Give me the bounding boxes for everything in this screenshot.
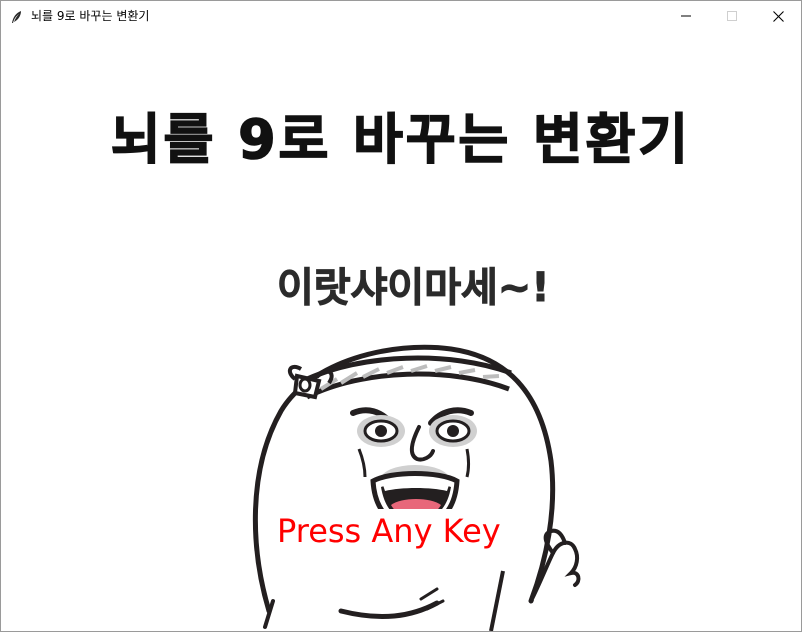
window-title: 뇌를 9로 바꾸는 변환기 (31, 9, 150, 23)
greeting-text: 이랏샤이마세~! (277, 265, 551, 312)
maximize-button[interactable] (709, 1, 755, 31)
app-window: 뇌를 9로 바꾸는 변환기 뇌를 9로 바꾸는 변환기 이랏샤이마세~! Pre… (0, 0, 802, 632)
main-canvas[interactable]: 뇌를 9로 바꾸는 변환기 이랏샤이마세~! Press Any Key (1, 31, 801, 631)
feather-icon (10, 9, 24, 23)
minimize-icon (681, 15, 691, 17)
minimize-button[interactable] (663, 1, 709, 31)
press-any-key-prompt[interactable]: Press Any Key (271, 509, 507, 553)
title-bar[interactable]: 뇌를 9로 바꾸는 변환기 (1, 1, 801, 31)
close-icon (772, 10, 784, 22)
page-title: 뇌를 9로 바꾸는 변환기 (110, 107, 692, 172)
close-button[interactable] (755, 1, 801, 31)
character-illustration (252, 344, 581, 631)
maximize-icon (727, 11, 737, 21)
